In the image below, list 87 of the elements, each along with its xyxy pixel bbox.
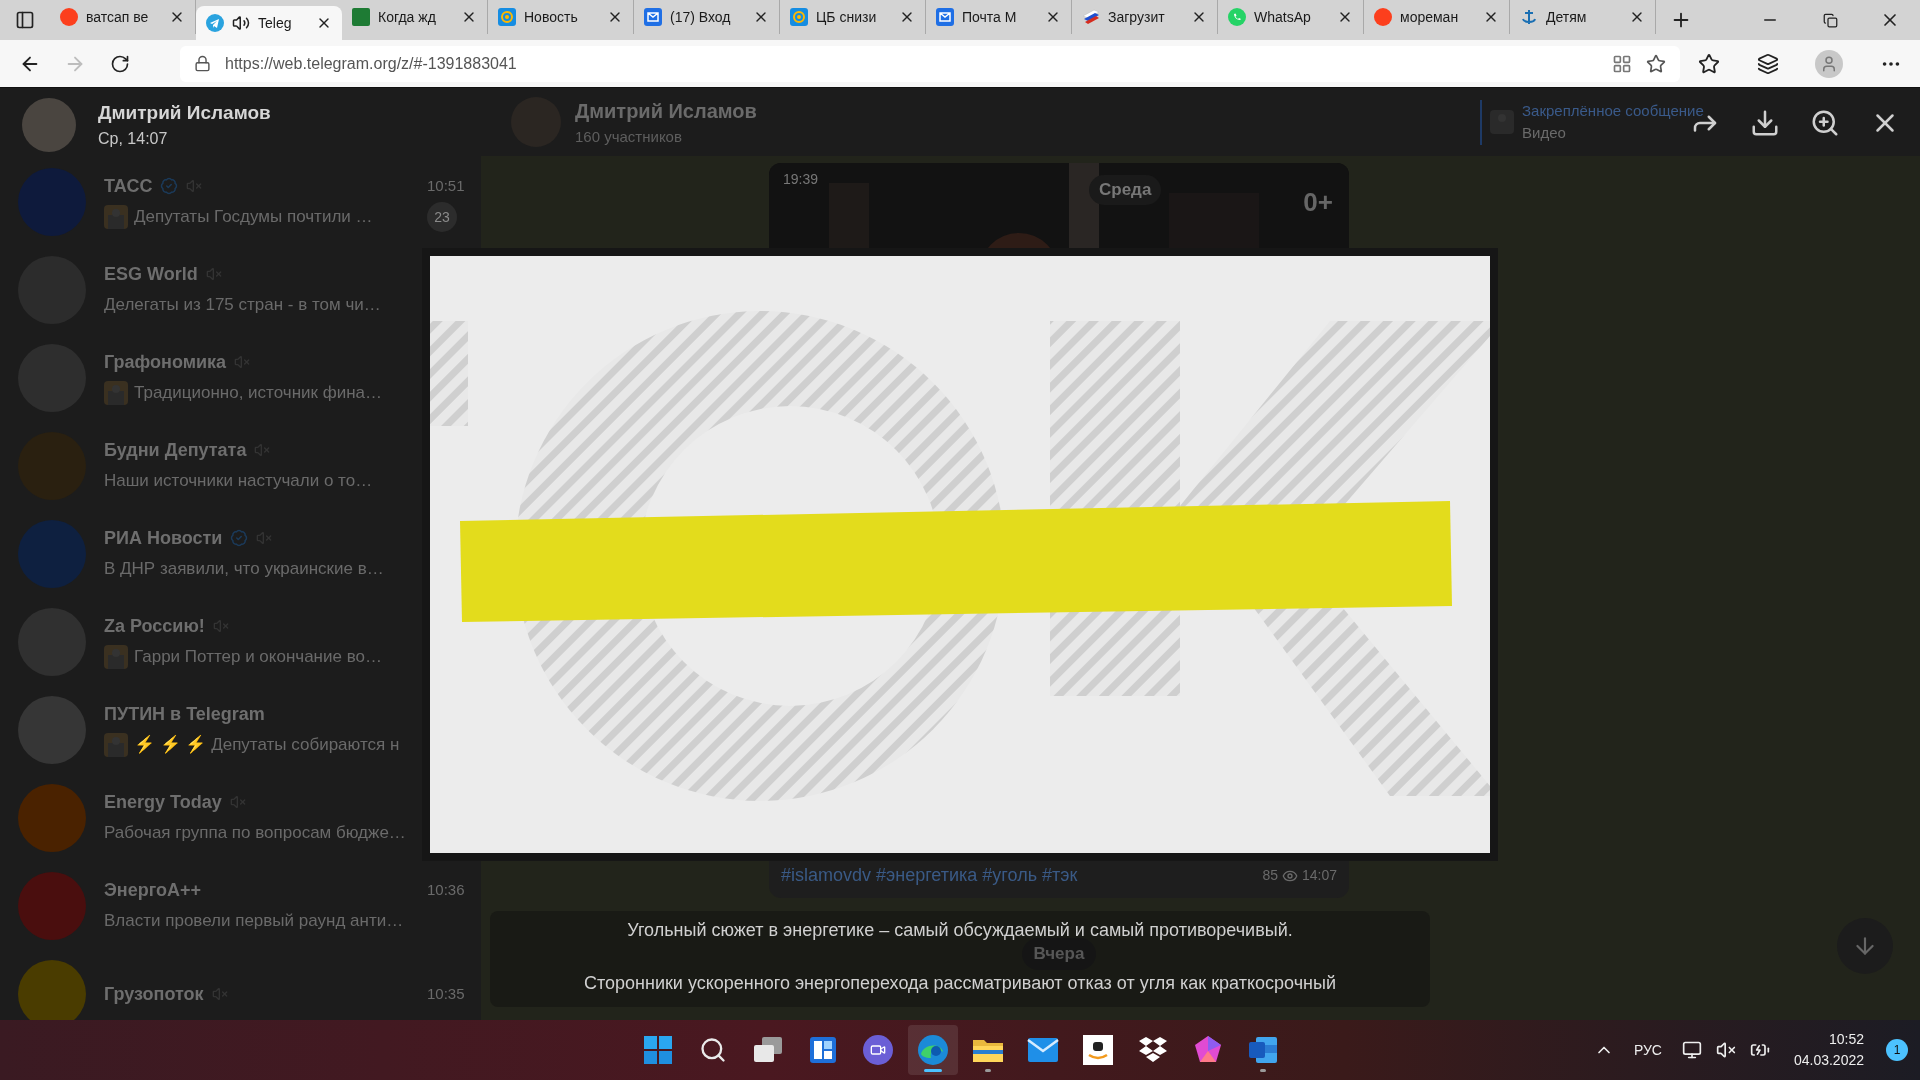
message-preview: Делегаты из 175 стран - в том чи… xyxy=(104,294,381,317)
prism-icon[interactable] xyxy=(1193,1035,1223,1065)
muted-speaker-icon[interactable] xyxy=(1715,1040,1736,1060)
browser-tab[interactable]: Детям xyxy=(1510,0,1656,34)
message-preview: Власти провели первый раунд анти… xyxy=(104,910,404,933)
task-view-icon[interactable] xyxy=(753,1036,783,1064)
browser-tab[interactable]: Teleg xyxy=(196,6,342,40)
member-count: 160 участников xyxy=(575,126,683,147)
envelope-icon[interactable] xyxy=(1027,1037,1059,1063)
language-indicator[interactable]: РУС xyxy=(1627,1039,1668,1061)
chat-list-item[interactable]: ПУТИН в Telegram ⚡ ⚡ ⚡ Депутаты собираются н xyxy=(0,686,481,774)
chat-name: ТАСС xyxy=(104,174,153,198)
network-icon[interactable] xyxy=(1681,1040,1702,1060)
chat-name: Za Россию! xyxy=(104,614,205,638)
shopping-smile-icon[interactable] xyxy=(1083,1035,1113,1065)
message-preview: В ДНР заявили, что украинские в… xyxy=(104,558,384,581)
browser-tab[interactable]: Когда жд xyxy=(342,0,488,34)
chat-name: Будни Депутата xyxy=(104,438,247,462)
zoom-in-icon[interactable] xyxy=(1810,108,1840,138)
chat-name: Energy Today xyxy=(104,790,222,814)
message-preview: Наши источники настучали о то… xyxy=(104,470,373,493)
browser-tab[interactable]: Почта М xyxy=(926,0,1072,34)
post-date: Ср, 14:07 xyxy=(98,129,169,150)
view-count: 85 xyxy=(1262,866,1278,885)
open-box-icon[interactable] xyxy=(1137,1035,1169,1065)
widgets-icon[interactable] xyxy=(809,1036,837,1064)
chat-name: ESG World xyxy=(104,262,198,286)
message-preview: Рабочая группа по вопросам бюдже… xyxy=(104,822,406,845)
pinned-text: Видео xyxy=(1522,123,1567,143)
at-sign-icon xyxy=(790,8,808,26)
download-icon[interactable] xyxy=(1750,108,1780,138)
browser-tab[interactable]: WhatsAp xyxy=(1218,0,1364,34)
tab-actions-icon[interactable] xyxy=(15,10,35,30)
restore-icon[interactable] xyxy=(1822,12,1838,28)
chat-time: 10:35 xyxy=(427,983,466,1004)
profile-avatar[interactable] xyxy=(1815,49,1844,78)
envelope-icon xyxy=(644,8,662,26)
clock[interactable]: 10:52 04.03.2022 xyxy=(1793,1029,1864,1071)
speaker-icon[interactable] xyxy=(232,14,250,32)
browser-tab[interactable]: мореман xyxy=(1364,0,1510,34)
author-name: Дмитрий Исламов xyxy=(98,100,271,125)
browser-tab[interactable]: ЦБ снизи xyxy=(780,0,926,34)
address-bar[interactable]: https://web.telegram.org/z/#-1391883041 xyxy=(180,45,1680,82)
age-rating: 0+ xyxy=(1303,186,1333,219)
message-preview: Депутаты Госдумы почтили … xyxy=(134,206,373,229)
message-preview: Гарри Поттер и окончание во… xyxy=(134,646,382,669)
search-icon[interactable] xyxy=(699,1036,727,1064)
browser-tab[interactable]: Загрузит xyxy=(1072,0,1218,34)
envelope-icon xyxy=(936,8,954,26)
caption-paragraph: Сторонники ускоренного энергоперехода рассматривают отказ от угля как краткосрочный xyxy=(584,972,1336,995)
browser-tab[interactable]: ватсап ве xyxy=(50,0,196,34)
unread-count: 23 xyxy=(427,202,457,232)
reload-icon[interactable] xyxy=(110,53,130,74)
favorites-icon[interactable] xyxy=(1698,52,1721,75)
pinned-label: Закреплённое сообщение xyxy=(1522,100,1704,121)
chat-name: ЭнергоА++ xyxy=(104,878,201,902)
date-pill: Вчера xyxy=(1021,938,1097,970)
video-chat-icon[interactable] xyxy=(863,1035,893,1065)
windows-start-icon[interactable] xyxy=(643,1035,673,1065)
chat-time: 10:36 xyxy=(427,879,466,900)
anchor-icon xyxy=(1520,8,1538,26)
browser-tab[interactable]: (17) Вход xyxy=(634,0,780,34)
browser-icon[interactable] xyxy=(917,1034,949,1066)
notification-badge[interactable]: 1 xyxy=(1886,1039,1908,1061)
round-icon xyxy=(1374,8,1392,26)
chat-time: 10:51 xyxy=(427,175,466,196)
message-preview: ⚡ ⚡ ⚡ Депутаты собираются н xyxy=(134,734,400,757)
phone-bubble-icon xyxy=(1228,8,1246,26)
chat-name: РИА Новости xyxy=(104,526,223,550)
message-preview: Традиционно, источник фина… xyxy=(134,382,383,405)
collections-icon[interactable] xyxy=(1756,52,1779,75)
date-pill: Среда xyxy=(1089,175,1162,205)
video-duration: 19:39 xyxy=(783,170,819,189)
chat-title: Дмитрий Исламов xyxy=(575,98,757,124)
document-app-icon[interactable] xyxy=(1248,1035,1278,1065)
chat-name: Графономика xyxy=(104,350,227,374)
at-sign-icon xyxy=(498,8,516,26)
message-time: 14:07 xyxy=(1301,866,1337,885)
round-icon xyxy=(60,8,78,26)
square-icon xyxy=(352,8,370,26)
chat-list-item[interactable]: ТАСС 10:51 Депутаты Госдумы почтили … 23 xyxy=(0,158,481,246)
chat-name: Грузопоток xyxy=(104,982,204,1006)
flag-icon xyxy=(1082,8,1100,26)
browser-tab[interactable]: Новость xyxy=(488,0,634,34)
chat-name: ПУТИН в Telegram xyxy=(104,702,265,726)
paper-plane-icon xyxy=(206,14,224,32)
hashtags: #islamovdv #энергетика #уголь #тэк xyxy=(781,864,1078,887)
